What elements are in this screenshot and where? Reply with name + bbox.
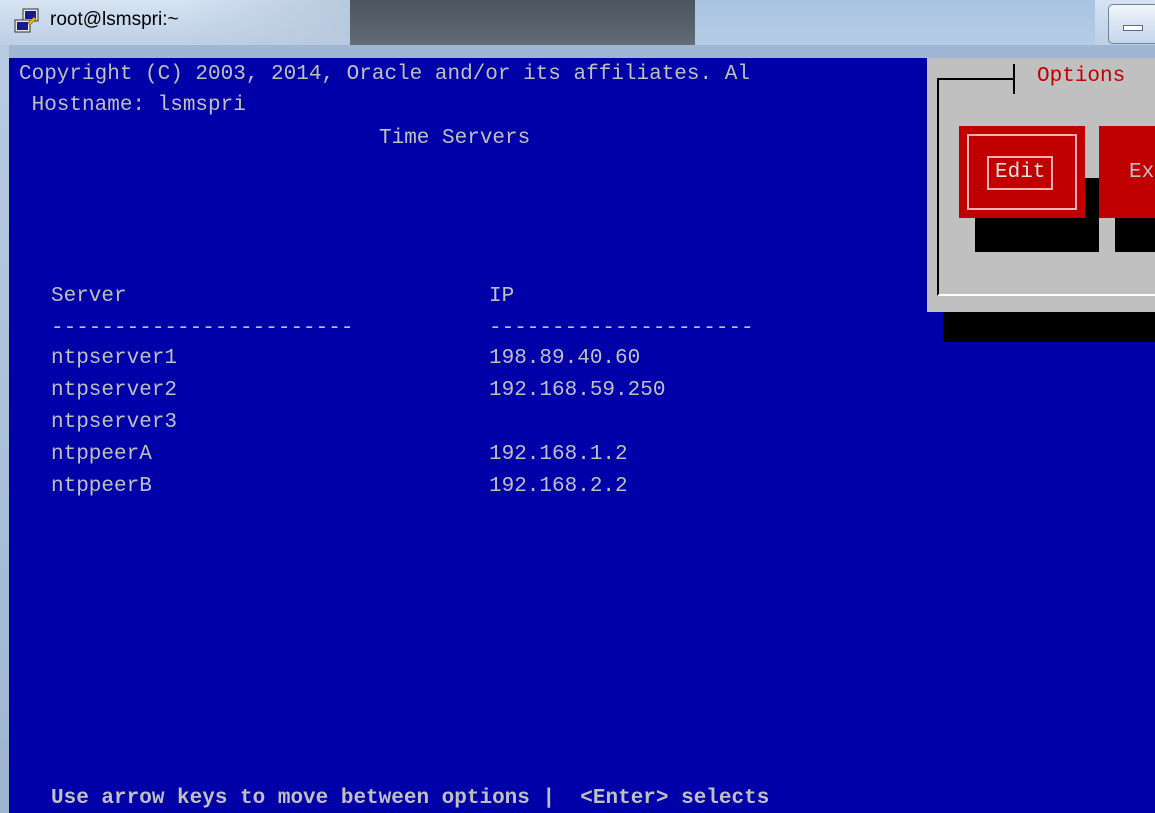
table-row-server: ntpserver3 — [51, 411, 178, 434]
minimize-button[interactable] — [1108, 4, 1155, 44]
window-title: root@lsmspri:~ — [50, 9, 179, 30]
help-line: Use arrow keys to move between options |… — [51, 787, 770, 810]
terminal-screen[interactable]: Copyright (C) 2003, 2014, Oracle and/or … — [9, 58, 1155, 813]
table-row-ip: 192.168.59.250 — [489, 379, 666, 402]
edit-button-label: Edit — [987, 156, 1054, 190]
table-row-ip: 198.89.40.60 — [489, 347, 641, 370]
putty-icon[interactable] — [14, 8, 40, 34]
window-frame-left — [0, 45, 9, 813]
table-row-ip: 192.168.1.2 — [489, 443, 628, 466]
edit-button[interactable]: Edit — [959, 126, 1085, 218]
column-header-server: Server — [51, 285, 127, 308]
exit-button-label: Ex — [1129, 161, 1155, 184]
table-row-server: ntppeerB — [51, 475, 152, 498]
minimize-icon — [1123, 25, 1143, 31]
table-row-ip: 192.168.2.2 — [489, 475, 628, 498]
table-row-server: ntpserver2 — [51, 379, 178, 402]
separator-ip: --------------------- — [489, 317, 754, 340]
column-header-ip: IP — [489, 285, 515, 308]
dialog-title-divider — [1013, 64, 1015, 94]
dialog-title: Options — [1037, 65, 1126, 88]
separator-server: ------------------------ — [51, 317, 354, 340]
screen-title: Time Servers — [379, 127, 531, 150]
options-dialog: Options Edit Ex — [927, 58, 1155, 312]
copyright-line: Copyright (C) 2003, 2014, Oracle and/or … — [19, 63, 750, 86]
exit-button[interactable]: Ex — [1099, 126, 1155, 218]
hostname-line: Hostname: lsmspri — [19, 94, 246, 117]
table-row-server: ntpserver1 — [51, 347, 178, 370]
table-row-server: ntppeerA — [51, 443, 152, 466]
